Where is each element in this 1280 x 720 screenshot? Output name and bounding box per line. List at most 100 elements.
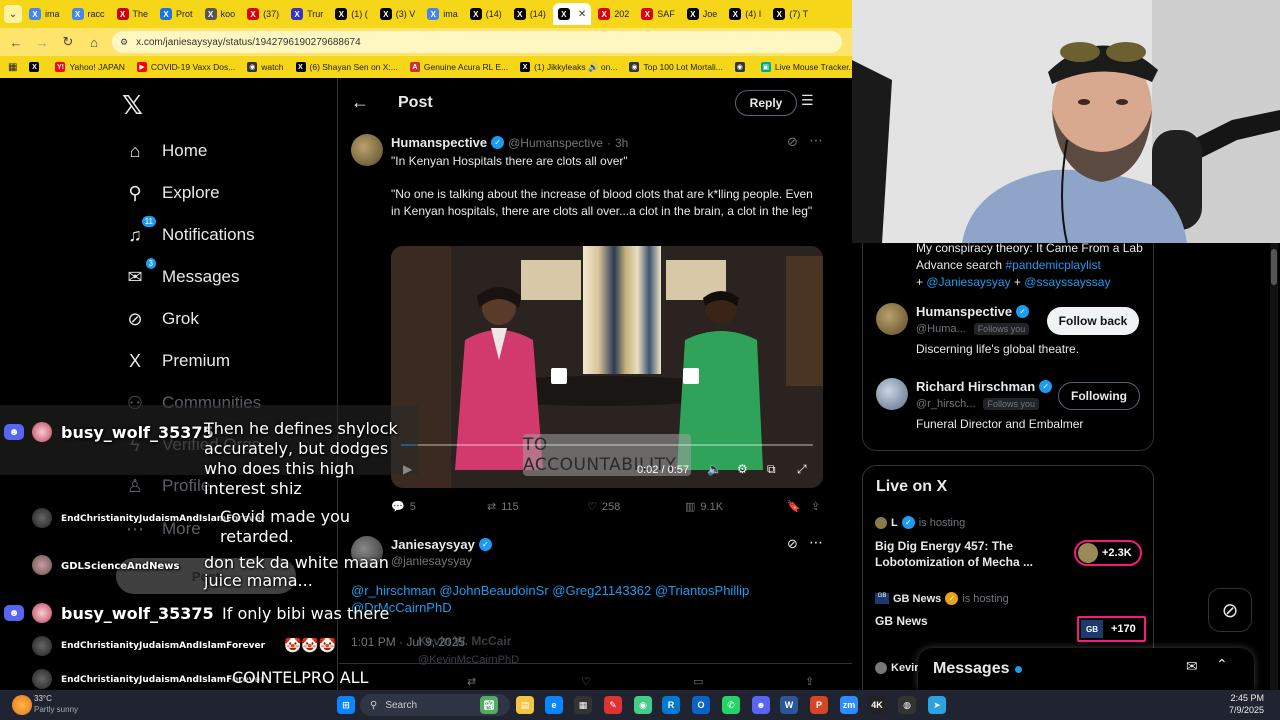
reply-author-name[interactable]: Janiesaysyay: [391, 537, 475, 552]
author-name[interactable]: Humanspective: [391, 135, 487, 150]
reply-mentions[interactable]: @r_hirschman @JohnBeaudoinSr @Greg211433…: [351, 582, 821, 616]
follow-back-button[interactable]: Follow back: [1047, 307, 1139, 335]
discord-icon[interactable]: ☻: [752, 696, 770, 714]
sidebar-item-profile[interactable]: ♙ Profile: [124, 475, 210, 497]
bookmark-item[interactable]: ◉: [734, 62, 749, 72]
follow-name-text[interactable]: Richard Hirschman: [916, 379, 1035, 394]
more-options-icon[interactable]: ⋯: [809, 132, 823, 149]
reply-action[interactable]: 💬 5: [391, 500, 416, 514]
bookmark-item[interactable]: ◉ watch: [247, 62, 284, 72]
avatar[interactable]: [876, 303, 908, 335]
browser-tab[interactable]: X (3) V: [375, 3, 421, 25]
pip-icon[interactable]: ⧉: [767, 462, 776, 477]
browser-tab[interactable]: X (37): [242, 3, 284, 25]
bookmark-item[interactable]: A Genuine Acura RL E...: [409, 62, 508, 72]
more-options-icon[interactable]: ⋯: [809, 534, 823, 551]
zoom-icon[interactable]: zm: [840, 696, 858, 714]
browser-tab[interactable]: X Joe: [682, 3, 723, 25]
forward-icon[interactable]: →: [34, 34, 50, 50]
browser-tab[interactable]: X (1) (: [330, 3, 373, 25]
bookmark-item[interactable]: X (1) Jikkyleaks 🔊 on...: [520, 62, 617, 73]
reply-button[interactable]: Reply: [735, 90, 797, 116]
powerpoint-icon[interactable]: P: [810, 696, 828, 714]
bookmark-item[interactable]: ◉ Top 100 Lot Mortali...: [629, 62, 723, 72]
live-title-1[interactable]: Big Dig Energy 457: The Lobotomization o…: [875, 538, 1045, 570]
app-icon[interactable]: ✎: [604, 696, 622, 714]
expand-up-icon[interactable]: ⌃: [1216, 656, 1228, 673]
tab-search-dropdown[interactable]: ⌄: [4, 5, 22, 23]
obs-icon[interactable]: ◍: [898, 696, 916, 714]
bio-mention[interactable]: @Janiesaysyay: [926, 275, 1010, 289]
bio-hashtag[interactable]: #pandemicplaylist: [1005, 258, 1100, 272]
address-bar[interactable]: ⚙ x.com/janiesaysyay/status/194279619027…: [112, 31, 842, 53]
back-arrow-icon[interactable]: ←: [351, 92, 369, 113]
live-listener-count[interactable]: +2.3K: [1074, 540, 1142, 566]
avatar[interactable]: [876, 378, 908, 410]
browser-tab[interactable]: X Prot: [155, 3, 198, 25]
bookmark-item[interactable]: ▶ COVID-19 Vaxx Dos...: [136, 62, 235, 72]
browser-tab[interactable]: X (14): [465, 3, 507, 25]
sidebar-item-grok[interactable]: ⊘ Grok: [124, 308, 198, 330]
bookmark-icon[interactable]: 🔖: [787, 500, 801, 513]
browser-tab[interactable]: Xima: [422, 3, 463, 25]
scrollbar-thumb[interactable]: [1271, 249, 1277, 285]
apps-icon[interactable]: ▦: [8, 62, 17, 73]
bookmark-item[interactable]: Y! Yahoo! JAPAN: [55, 62, 125, 72]
scrollbar[interactable]: [1270, 243, 1278, 690]
bookmark-icon[interactable]: ▭: [693, 675, 703, 688]
close-tab-icon[interactable]: ✕: [578, 9, 586, 20]
heart-icon[interactable]: ♡: [581, 675, 591, 688]
sidebar-item-messages[interactable]: ✉ 3 Messages: [124, 258, 239, 288]
word-icon[interactable]: W: [780, 696, 798, 714]
browser-tab[interactable]: X (14): [509, 3, 551, 25]
author-handle[interactable]: @Humanspective: [508, 136, 603, 150]
sidebar-item-home[interactable]: ⌂ Home: [124, 140, 208, 162]
bookmark-item[interactable]: X (6) Shayan Sen on X:...: [295, 62, 398, 72]
follow-name-text[interactable]: Humanspective: [916, 304, 1012, 319]
sidebar-item-explore[interactable]: ⚲ Explore: [124, 182, 219, 204]
bookmark-item[interactable]: X: [29, 62, 43, 72]
grok-icon[interactable]: ⊘: [787, 134, 798, 150]
grok-floating-button[interactable]: ⊘: [1208, 588, 1252, 632]
avatar[interactable]: [351, 134, 383, 166]
outlook-icon[interactable]: O: [692, 696, 710, 714]
home-icon[interactable]: ⌂: [86, 34, 102, 50]
views-action[interactable]: ▥ 9.1K: [685, 500, 723, 514]
bookmark-item[interactable]: ▣ Live Mouse Tracker...: [760, 62, 852, 72]
reload-icon[interactable]: ↻: [60, 34, 76, 50]
new-message-icon[interactable]: ✉: [1186, 658, 1198, 675]
chrome-icon[interactable]: ◉: [634, 696, 652, 714]
back-icon[interactable]: ←: [8, 34, 24, 50]
sidebar-item-notifications[interactable]: ♫ 11 Notifications: [124, 216, 255, 246]
browser-tab[interactable]: X (4) I: [724, 3, 766, 25]
file-explorer-icon[interactable]: ▤: [516, 696, 534, 714]
settings-sliders-icon[interactable]: ☰: [801, 92, 814, 109]
video-progress-bar[interactable]: [401, 444, 813, 446]
tweet-time[interactable]: 3h: [615, 136, 628, 150]
weather-temp[interactable]: 33°C: [34, 694, 52, 703]
clock-time[interactable]: 2:45 PM: [1218, 693, 1264, 703]
volume-icon[interactable]: 🔈: [707, 462, 722, 476]
live-title-2[interactable]: GB News: [875, 614, 928, 628]
like-action[interactable]: ♡ 258: [587, 500, 620, 514]
weather-icon[interactable]: [12, 695, 32, 715]
weather-desc[interactable]: Partly sunny: [34, 705, 78, 714]
sidebar-item-premium[interactable]: X Premium: [124, 350, 230, 372]
browser-tab[interactable]: Xkoo: [200, 3, 241, 25]
browser-tab[interactable]: X The: [112, 3, 154, 25]
windows-start-icon[interactable]: ⊞: [337, 696, 355, 714]
edge-icon[interactable]: e: [545, 696, 563, 714]
follow-handle[interactable]: @r_hirsch...: [916, 398, 975, 410]
4k-icon[interactable]: 4K: [868, 696, 886, 714]
browser-tab[interactable]: X ✕: [552, 3, 592, 25]
browser-tab[interactable]: Xima: [24, 3, 65, 25]
share-icon[interactable]: ⇪: [811, 500, 820, 513]
clock-date[interactable]: 7/9/2025: [1214, 705, 1264, 715]
fullscreen-icon[interactable]: ⤢: [797, 462, 807, 477]
video-player[interactable]: TO ACCOUNTABILITY ▶ 0:02 / 0:57 🔈 ⚙ ⧉ ⤢: [391, 246, 823, 488]
telegram-icon[interactable]: ➤: [928, 696, 946, 714]
retweet-action[interactable]: ⇄ 115: [487, 500, 519, 514]
browser-tab[interactable]: Xracc: [67, 3, 110, 25]
browser-tab[interactable]: X SAF: [636, 3, 680, 25]
follow-handle[interactable]: @Huma...: [916, 323, 966, 335]
